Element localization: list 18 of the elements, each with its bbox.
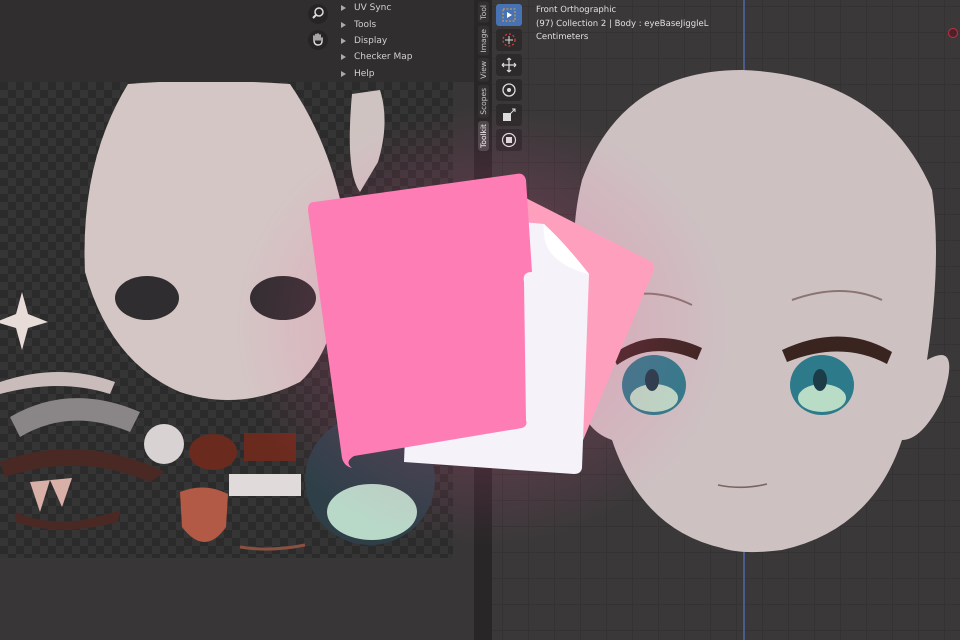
- hand-icon[interactable]: [308, 30, 328, 50]
- panel-header[interactable]: UV Sync: [340, 0, 412, 16]
- viewport-info-text: Front Orthographic: [536, 4, 618, 16]
- viewport-info-text: (97) Collection 2 | Body : eyeBaseJiggleL: [536, 18, 708, 30]
- viewport-info-text: Centimeters: [536, 31, 590, 44]
- panel-header[interactable]: Display: [340, 32, 412, 50]
- tool-button[interactable]: [496, 4, 522, 26]
- tool-button[interactable]: [496, 79, 522, 101]
- record-indicator-icon: [948, 28, 958, 38]
- tool-button[interactable]: [496, 54, 522, 76]
- folder-icon: [308, 174, 654, 474]
- tool-button[interactable]: [496, 129, 522, 151]
- panel-header[interactable]: Checker Map: [340, 49, 412, 66]
- zoom-icon[interactable]: [308, 4, 328, 24]
- tool-button[interactable]: [496, 29, 522, 51]
- panel-header[interactable]: Help: [340, 66, 412, 82]
- panel-header[interactable]: Tools: [340, 16, 412, 33]
- tool-button[interactable]: [496, 104, 522, 126]
